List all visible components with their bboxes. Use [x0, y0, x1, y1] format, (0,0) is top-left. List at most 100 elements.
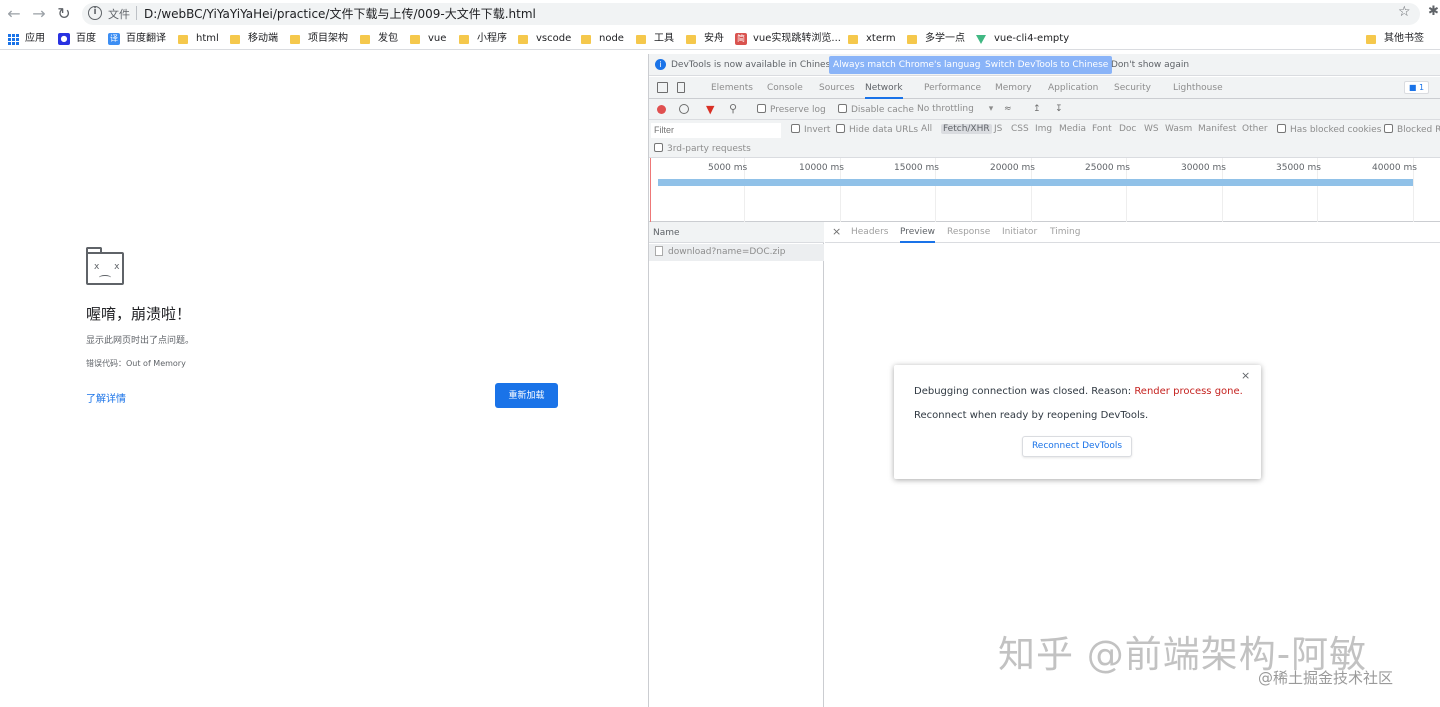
filter-type-css[interactable]: CSS [1011, 124, 1029, 134]
file-icon [655, 246, 663, 256]
disable-cache-checkbox[interactable]: Disable cache [838, 104, 914, 115]
download-icon[interactable]: ↧ [1055, 104, 1063, 114]
filter-type-font[interactable]: Font [1092, 124, 1112, 134]
language-infobar: i DevTools is now available in Chinese! … [649, 54, 1440, 76]
tab-console[interactable]: Console [767, 77, 803, 99]
site-info-icon[interactable]: i [88, 6, 102, 20]
bookmark-publish[interactable]: 发包 [360, 28, 398, 50]
bookmark-vscode[interactable]: vscode [518, 28, 571, 50]
reload-button[interactable]: 重新加载 [495, 383, 558, 408]
bookmark-vue-redirect[interactable]: 简 vue实现跳转浏览... [735, 28, 841, 50]
dont-show-again-link[interactable]: Don't show again [1111, 60, 1189, 70]
bookmark-label: node [599, 33, 624, 44]
bookmark-miniprogram[interactable]: 小程序 [459, 28, 507, 50]
match-language-button[interactable]: Always match Chrome's language [829, 56, 990, 74]
star-icon[interactable]: ☆ [1398, 4, 1411, 20]
crash-description: 显示此网页时出了点问题。 [86, 336, 195, 346]
tab-performance[interactable]: Performance [924, 77, 981, 99]
close-icon[interactable]: × [832, 225, 841, 238]
filter-type-js[interactable]: JS [994, 124, 1002, 134]
bookmark-mobile[interactable]: 移动端 [230, 28, 278, 50]
tab-security[interactable]: Security [1114, 77, 1151, 99]
device-toolbar-icon[interactable] [677, 82, 685, 93]
bookmark-anzhou[interactable]: 安舟 [686, 28, 724, 50]
filter-type-ws[interactable]: WS [1144, 124, 1159, 134]
folder-icon [581, 34, 591, 44]
issues-counter[interactable]: ■ 1 [1404, 81, 1429, 94]
filter-type-doc[interactable]: Doc [1119, 124, 1136, 134]
filter-type-other[interactable]: Other [1242, 124, 1268, 134]
column-header-name[interactable]: Name [649, 222, 824, 243]
bookmark-html[interactable]: html [178, 28, 219, 50]
filter-type-wasm[interactable]: Wasm [1165, 124, 1192, 134]
folder-icon [686, 34, 696, 44]
blocked-requests-checkbox[interactable]: Blocked Requests [1384, 124, 1440, 135]
folder-icon [459, 34, 469, 44]
dialog-message: Debugging connection was closed. Reason:… [914, 386, 1243, 397]
switch-to-chinese-button[interactable]: Switch DevTools to Chinese [981, 56, 1113, 74]
clear-icon[interactable] [679, 104, 689, 114]
tab-timing[interactable]: Timing [1050, 222, 1080, 243]
reconnect-devtools-button[interactable]: Reconnect DevTools [1022, 436, 1132, 457]
address-separator [136, 6, 137, 20]
filter-type-all[interactable]: All [921, 124, 932, 134]
filter-input[interactable] [651, 123, 781, 138]
arrow-right-icon[interactable]: → [29, 4, 49, 24]
tab-response[interactable]: Response [947, 222, 990, 243]
extension-icon[interactable]: ✱ [1428, 4, 1439, 19]
inspect-element-icon[interactable] [657, 82, 668, 93]
throttling-select[interactable]: No throttling ▾ [917, 104, 993, 114]
invert-checkbox[interactable]: Invert [791, 124, 830, 135]
folder-icon [848, 34, 858, 44]
url-text[interactable]: D:/webBC/YiYaYiYaHei/practice/文件下载与上传/00… [144, 5, 536, 22]
bookmark-label: 百度 [76, 33, 96, 44]
bookmark-project-arch[interactable]: 项目架构 [290, 28, 348, 50]
tab-sources[interactable]: Sources [819, 77, 855, 99]
bookmark-tools[interactable]: 工具 [636, 28, 674, 50]
tab-initiator[interactable]: Initiator [1002, 222, 1037, 243]
tab-headers[interactable]: Headers [851, 222, 888, 243]
timeline-tick: 25000 ms [1085, 163, 1130, 173]
network-overview[interactable]: 5000 ms 10000 ms 15000 ms 20000 ms 25000… [649, 158, 1440, 222]
reload-icon[interactable]: ↻ [54, 4, 74, 24]
bookmark-label: 小程序 [477, 33, 507, 44]
bookmark-vue[interactable]: vue [410, 28, 446, 50]
bookmark-node[interactable]: node [581, 28, 624, 50]
folder-icon [290, 34, 300, 44]
chevron-down-icon: ▾ [988, 104, 994, 114]
bookmark-baidu-translate[interactable]: 译 百度翻译 [108, 28, 166, 50]
bookmark-other[interactable]: 其他书签 [1366, 28, 1424, 50]
filter-type-manifest[interactable]: Manifest [1198, 124, 1236, 134]
wifi-icon[interactable]: ≈ [1004, 104, 1012, 114]
third-party-checkbox[interactable]: 3rd-party requests [654, 143, 751, 154]
filter-type-fetch-xhr[interactable]: Fetch/XHR [941, 124, 992, 134]
filter-type-img[interactable]: Img [1035, 124, 1052, 134]
arrow-left-icon[interactable]: ← [4, 4, 24, 24]
request-row[interactable]: download?name=DOC.zip [649, 244, 824, 261]
sad-tab-icon: x x [86, 247, 124, 285]
tab-elements[interactable]: Elements [711, 77, 753, 99]
tab-memory[interactable]: Memory [995, 77, 1032, 99]
bookmark-baidu[interactable]: ● 百度 [58, 28, 96, 50]
baidu-translate-icon: 译 [108, 33, 120, 45]
tab-lighthouse[interactable]: Lighthouse [1173, 77, 1223, 99]
close-icon[interactable]: × [1241, 369, 1250, 382]
search-icon[interactable]: ⚲ [729, 102, 737, 115]
bookmark-apps[interactable]: 应用 [8, 28, 45, 50]
bookmark-learn-more[interactable]: 多学一点 [907, 28, 965, 50]
upload-icon[interactable]: ↥ [1033, 104, 1041, 114]
bookmark-xterm[interactable]: xterm [848, 28, 896, 50]
info-icon: i [655, 59, 666, 70]
filter-funnel-icon[interactable]: ▼ [706, 103, 714, 116]
blocked-cookies-checkbox[interactable]: Has blocked cookies [1277, 124, 1381, 135]
record-icon[interactable] [657, 105, 666, 114]
learn-more-link[interactable]: 了解详情 [86, 390, 126, 405]
tab-network[interactable]: Network [865, 77, 903, 99]
preserve-log-checkbox[interactable]: Preserve log [757, 104, 826, 115]
tab-application[interactable]: Application [1048, 77, 1098, 99]
tab-preview[interactable]: Preview [900, 222, 936, 243]
hide-data-urls-checkbox[interactable]: Hide data URLs [836, 124, 918, 135]
bookmark-vue-cli4[interactable]: vue-cli4-empty [976, 28, 1069, 50]
folder-icon [178, 34, 188, 44]
filter-type-media[interactable]: Media [1059, 124, 1086, 134]
